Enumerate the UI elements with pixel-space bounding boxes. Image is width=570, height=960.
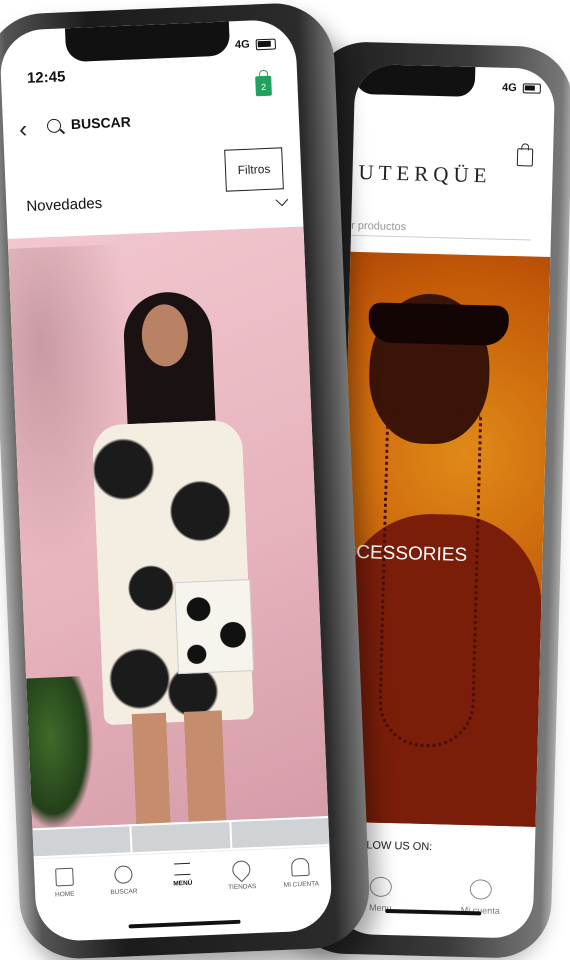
model-bag (174, 579, 255, 675)
sunglasses (368, 302, 510, 346)
tab-label: HOME (54, 890, 75, 899)
menu-search-icon (369, 876, 393, 898)
battery-icon (522, 83, 541, 94)
thumbnail[interactable] (131, 822, 231, 853)
cart-count: 2 (260, 81, 267, 93)
section-title: Novedades (26, 194, 103, 216)
tab-search[interactable]: BUSCAR (95, 864, 152, 896)
search-title[interactable]: BUSCAR (71, 114, 132, 132)
cart-icon[interactable]: 2 (255, 75, 272, 97)
plant (20, 675, 97, 829)
network-label: 4G (501, 81, 517, 95)
hero-banner[interactable]: CCESSORIES (335, 251, 551, 827)
hero-title: CCESSORIES (342, 541, 468, 566)
network-label: 4G (234, 38, 250, 52)
user-icon (469, 879, 493, 900)
search-input[interactable]: r productos (350, 219, 532, 241)
status-time: 12:45 (26, 68, 66, 87)
tab-stores[interactable]: TIENDAS (213, 856, 270, 892)
model-outfit (91, 419, 255, 726)
home-icon (54, 867, 74, 887)
back-chevron-icon[interactable]: ‹ (19, 116, 28, 143)
location-pin-icon (228, 856, 255, 883)
tab-label: MENÚ (173, 879, 193, 888)
thumbnail[interactable] (32, 826, 131, 857)
user-icon (291, 857, 310, 877)
search-icon (113, 865, 133, 884)
chevron-down-icon[interactable] (275, 193, 289, 207)
promo-stage: 4G UTERQÜE r productos CCESSORIES FOLLOW… (0, 0, 570, 960)
notch (64, 21, 231, 63)
product-image[interactable] (7, 226, 329, 829)
tab-label: BUSCAR (110, 888, 138, 897)
filters-button[interactable]: Filtros (224, 147, 284, 192)
menu-icon (173, 862, 191, 876)
back-phone-screen: 4G UTERQÜE r productos CCESSORIES FOLLOW… (332, 63, 556, 939)
front-phone: 12:45 4G 2 ‹ BUSCAR Filtros Novedades HO… (0, 1, 372, 960)
model-legs (131, 710, 227, 825)
tab-menu[interactable]: MENÚ (154, 862, 211, 888)
brand-logo[interactable]: UTERQÜE (358, 160, 492, 188)
shopping-bag-icon[interactable] (516, 148, 534, 167)
bottom-tab-bar: HOME BUSCAR MENÚ TIENDAS MI CUENTA (33, 845, 333, 932)
status-bar: 4G (502, 82, 541, 95)
tab-account[interactable]: MI CUENTA (272, 857, 329, 889)
status-bar: 4G (235, 37, 276, 51)
tab-label: MI CUENTA (283, 880, 320, 889)
front-phone-screen: 12:45 4G 2 ‹ BUSCAR Filtros Novedades HO… (0, 18, 333, 943)
tab-label: TIENDAS (227, 883, 257, 892)
tab-home[interactable]: HOME (36, 867, 93, 899)
search-icon[interactable] (46, 118, 62, 134)
necklace (377, 412, 483, 749)
thumbnail[interactable] (230, 817, 330, 849)
notch (354, 63, 476, 98)
battery-icon (255, 38, 276, 50)
